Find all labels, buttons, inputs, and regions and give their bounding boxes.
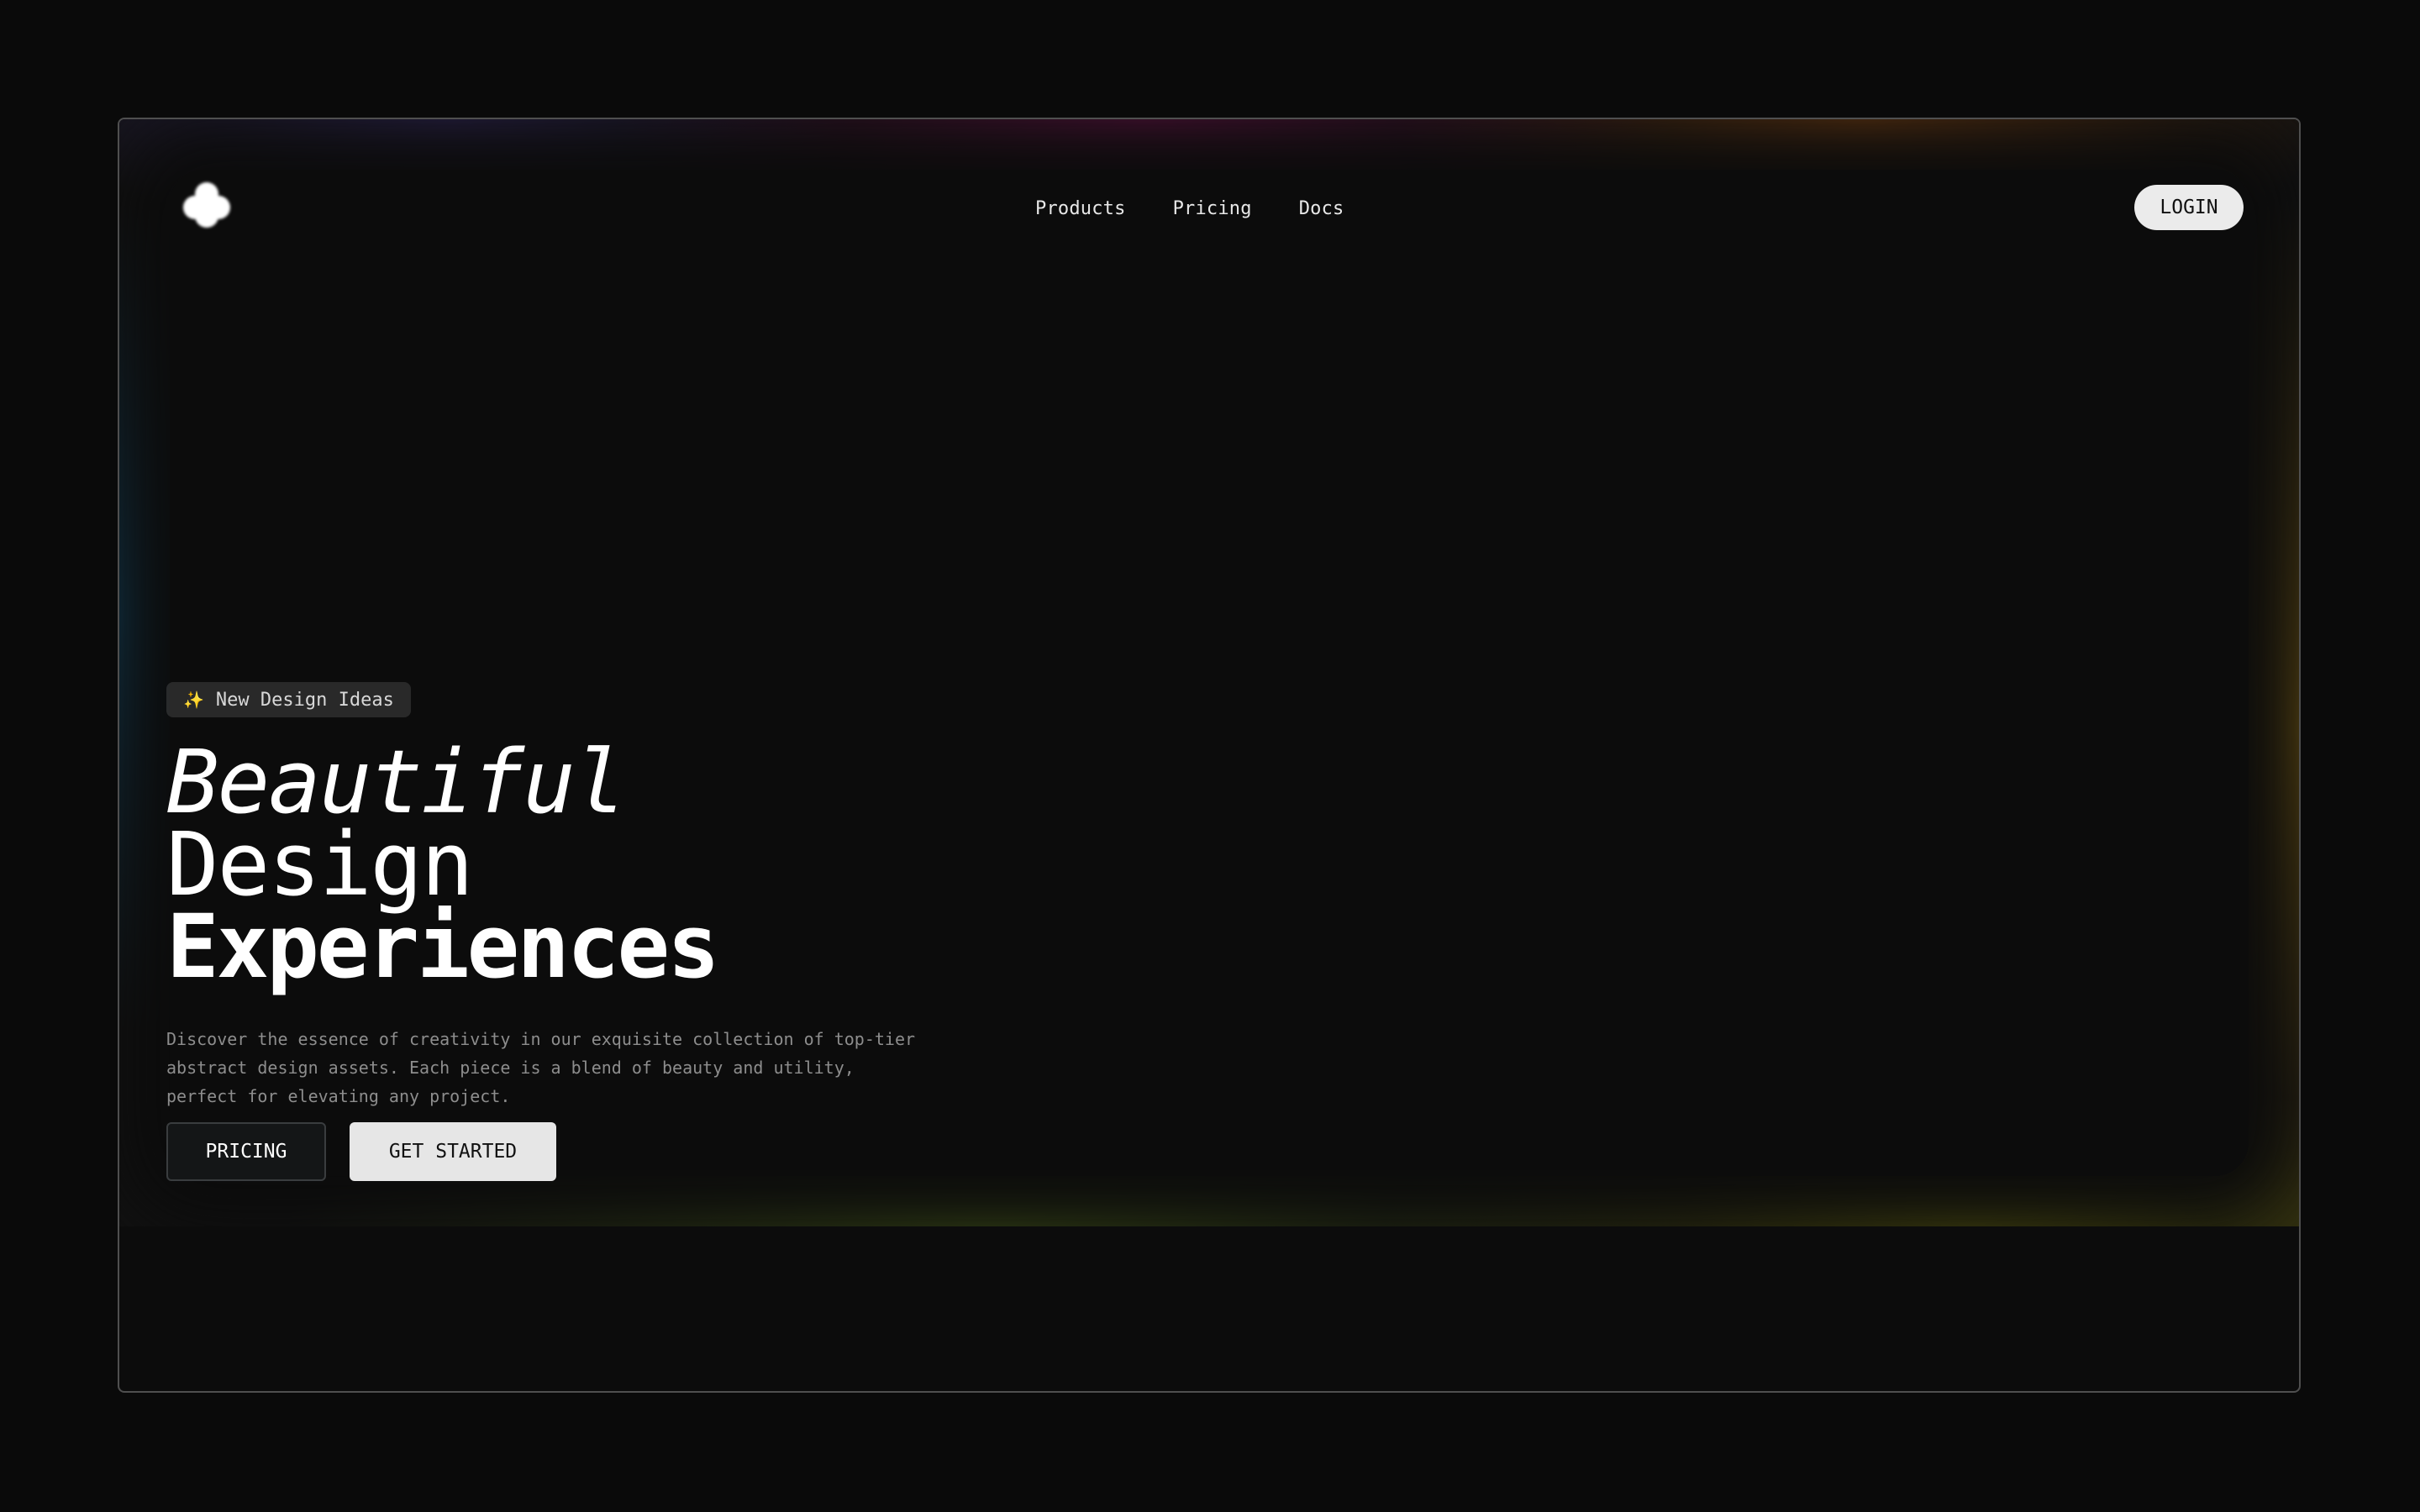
sparkles-icon: ✨ <box>183 690 204 710</box>
login-button[interactable]: LOGIN <box>2134 185 2244 230</box>
badge-label: New Design Ideas <box>215 689 394 711</box>
hero-headline: Beautiful Design Experiences <box>166 731 720 998</box>
pricing-button[interactable]: PRICING <box>166 1122 326 1181</box>
headline-line-2: Design <box>166 813 474 916</box>
logo-icon[interactable] <box>183 182 230 229</box>
browser-frame: Products Pricing Docs LOGIN ✨ New Design… <box>118 118 2301 1393</box>
nav-item-docs[interactable]: Docs <box>1299 198 1344 219</box>
nav-item-pricing[interactable]: Pricing <box>1173 198 1252 219</box>
main-nav: Products Pricing Docs <box>1035 198 1344 219</box>
hero-section: Products Pricing Docs LOGIN ✨ New Design… <box>119 119 2299 1226</box>
get-started-button[interactable]: GET STARTED <box>350 1122 556 1181</box>
hero-description: Discover the essence of creativity in ou… <box>166 1029 916 1106</box>
nav-item-products[interactable]: Products <box>1035 198 1126 219</box>
headline-line-3: Experiences <box>166 895 720 998</box>
new-ideas-badge: ✨ New Design Ideas <box>166 682 411 717</box>
headline-line-1: Beautiful <box>166 731 627 833</box>
